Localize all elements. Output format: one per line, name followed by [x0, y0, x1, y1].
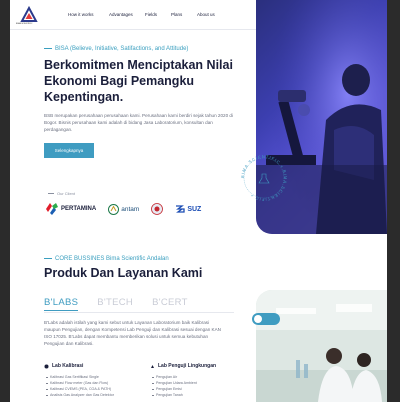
badge-text: BIMA SCIENTIFIC • BIMA SCIENTIFIC • — [240, 154, 287, 202]
hero-title: Berkomitmen Menciptakan Nilai Ekonomi Ba… — [44, 58, 233, 104]
selengkapnya-button[interactable]: Selengkapnya — [44, 143, 94, 158]
nav-how-it-works[interactable]: How it works — [68, 12, 94, 17]
services-tagline: CORE BUSSINES Bima Scientific Andalan — [44, 256, 169, 262]
suzuki-logo-icon — [176, 205, 185, 213]
lab-scientists-image — [256, 290, 387, 402]
service-description: B'Labs adalah istilah yang kami sebut un… — [44, 320, 221, 346]
clients-label: Our Client — [48, 191, 75, 196]
lab-lingkungan-title: Lab Penguji Lingkungan — [150, 363, 242, 369]
nav-about-us[interactable]: About us — [197, 12, 217, 17]
antam-logo-icon — [108, 203, 120, 215]
lab-lingkungan-column: Lab Penguji Lingkungan Pengujian Air Pen… — [150, 363, 242, 398]
hero-tagline-text: BISA (Believe, Initiative, Satifactions,… — [55, 46, 189, 52]
nav-fields[interactable]: Fields — [145, 12, 157, 17]
list-item: Pengujian Tanah — [150, 392, 242, 398]
client-pertamina: PERTAMINA — [46, 203, 96, 215]
client-logos: PERTAMINA antam SUZ — [46, 201, 213, 217]
lab-kalibrasi-icon — [44, 364, 49, 368]
lab-kalibrasi-title: Lab Kalibrasi — [44, 363, 136, 369]
lab-kalibrasi-title-text: Lab Kalibrasi — [52, 363, 84, 369]
lab-lingkungan-title-text: Lab Penguji Lingkungan — [158, 363, 217, 369]
services-tagline-text: CORE BUSSINES Bima Scientific Andalan — [55, 256, 169, 262]
nav-advantages[interactable]: Advantages — [109, 12, 133, 17]
tab-btech[interactable]: B'TECH — [97, 297, 133, 311]
client-emblem — [151, 203, 164, 215]
tabs-divider — [44, 312, 234, 313]
hero-tagline: BISA (Believe, Initiative, Satifactions,… — [44, 46, 188, 52]
services-title: Produk Dan Layanan Kami — [44, 266, 203, 280]
client-suzuki: SUZ — [175, 204, 201, 214]
flask-icon — [258, 173, 270, 184]
hero-description: BSB merupakan perusahaan perusahaan kami… — [44, 113, 233, 132]
client-antam-name: antam — [121, 205, 140, 213]
lab-lingkungan-icon — [151, 364, 154, 368]
image-slider-toggle[interactable] — [252, 313, 280, 325]
lab-kalibrasi-column: Lab Kalibrasi Kalibrasi Gas Sertifikasi … — [44, 363, 136, 398]
tab-bcert[interactable]: B'CERT — [152, 297, 188, 311]
rotating-badge: BIMA SCIENTIFIC • BIMA SCIENTIFIC • — [240, 154, 288, 202]
toggle-knob — [254, 315, 262, 323]
page: BIMA SCIENTIFIC How it works Advantages … — [10, 0, 387, 402]
logo-subtext: BIMA SCIENTIFIC — [16, 23, 33, 25]
company-logo[interactable] — [20, 6, 38, 24]
list-item: Analisis Gas Analyzer dan Gas Detektor — [44, 392, 136, 398]
pertamina-logo-icon — [46, 203, 58, 215]
service-tabs: B'LABS B'TECH B'CERT — [44, 297, 207, 311]
client-suzuki-name: SUZ — [187, 205, 202, 213]
svg-text:BIMA SCIENTIFIC • BIMA SCIENTI: BIMA SCIENTIFIC • BIMA SCIENTIFIC • — [240, 154, 288, 202]
client-pertamina-name: PERTAMINA — [61, 206, 97, 212]
clients-label-text: Our Client — [57, 191, 76, 196]
nav-plans[interactable]: Plans — [171, 12, 183, 17]
client-antam: antam — [108, 203, 140, 215]
emblem-logo-icon — [151, 203, 164, 215]
tab-blabs[interactable]: B'LABS — [44, 297, 79, 311]
nav-links: How it works Advantages Fields Plans Abo… — [68, 12, 235, 17]
